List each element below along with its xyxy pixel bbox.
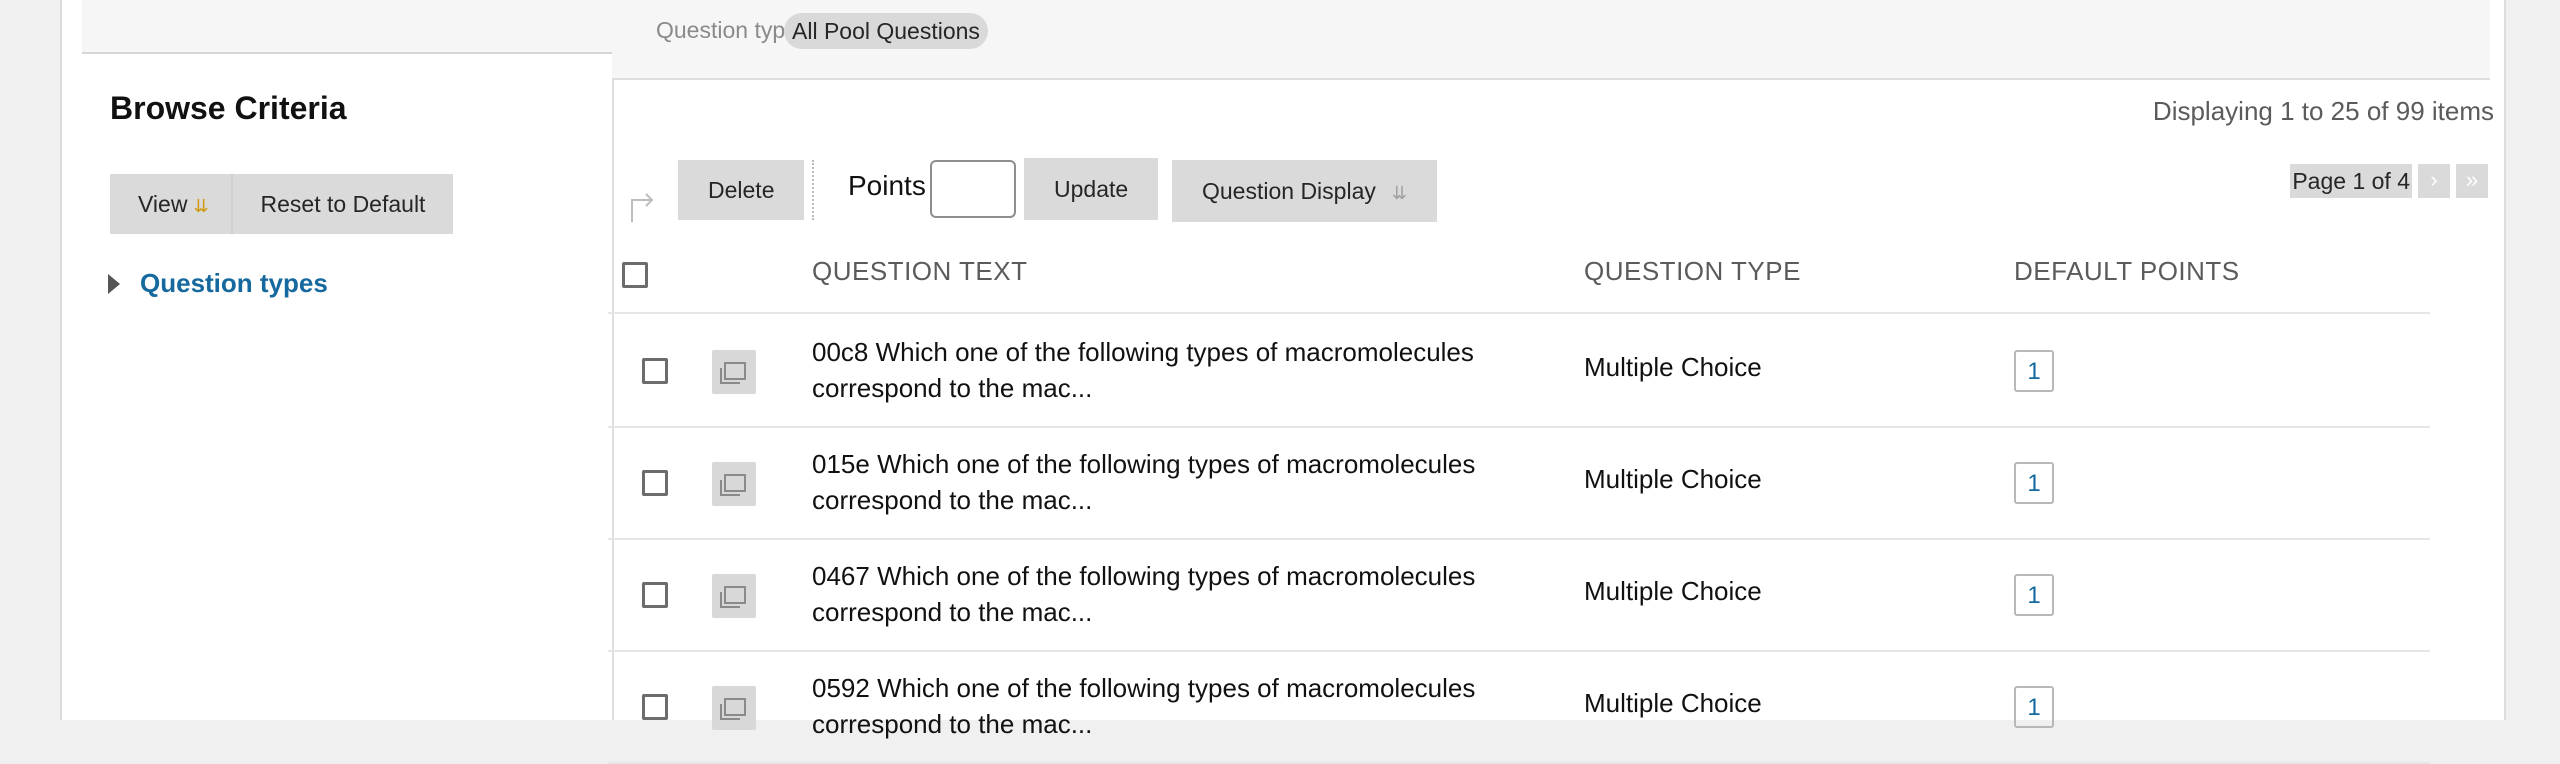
question-type: Multiple Choice [1584,688,1762,718]
preview-icon[interactable] [712,350,756,394]
main-panel: Displaying 1 to 25 of 99 items Delete Po… [608,80,2494,764]
question-text[interactable]: 0467 Which one of the following types of… [812,558,1552,630]
table-row: 0467 Which one of the following types of… [608,538,2430,652]
filter-chip[interactable]: All Pool Questions [784,13,988,49]
question-display-label: Question Display [1202,178,1376,204]
table-row: 00c8 Which one of the following types of… [608,314,2430,428]
row-checkbox[interactable] [642,694,668,720]
question-text[interactable]: 00c8 Which one of the following types of… [812,334,1552,406]
row-checkbox[interactable] [642,358,668,384]
view-button[interactable]: View ⇊ [110,174,233,234]
points-label: Points [848,170,926,201]
reset-to-default-button[interactable]: Reset to Default [232,174,454,234]
sidebar-header-strip [82,0,612,52]
header-question-text[interactable]: QUESTION TEXT [812,256,1028,287]
preview-icon[interactable] [712,574,756,618]
row-checkbox[interactable] [642,470,668,496]
caret-right-icon [108,273,120,294]
delete-button[interactable]: Delete [678,160,805,220]
header-question-type[interactable]: QUESTION TYPE [1584,256,1801,287]
select-all-checkbox[interactable] [622,262,648,288]
table-header: QUESTION TEXT QUESTION TYPE DEFAULT POIN… [608,242,2430,314]
filter-bar: Question types All Pool Questions [612,0,2490,80]
question-types-toggle[interactable]: Question types [108,268,328,299]
double-chevron-down-icon: ⇊ [193,196,209,216]
double-chevron-down-icon: ⇊ [1391,183,1407,203]
view-label: View [138,191,188,217]
browse-criteria-title: Browse Criteria [110,90,347,126]
header-default-points[interactable]: DEFAULT POINTS [2014,256,2240,287]
chevron-right-icon[interactable]: › [2418,164,2450,198]
question-types-link[interactable]: Question types [140,268,328,299]
toolbar-separator [812,160,814,220]
question-type: Multiple Choice [1584,464,1762,494]
question-text[interactable]: 015e Which one of the following types of… [812,446,1552,518]
question-text[interactable]: 0592 Which one of the following types of… [812,670,1552,742]
double-chevron-right-icon[interactable]: » [2456,164,2488,198]
page-frame: Question types All Pool Questions Browse… [60,0,2506,764]
pager: Page 1 of 4 › » [2290,164,2488,198]
question-display-button[interactable]: Question Display ⇊ [1172,160,1437,222]
points-value[interactable]: 1 [2014,350,2054,392]
view-button-group: View ⇊ Reset to Default [110,174,454,234]
points-value[interactable]: 1 [2014,686,2054,728]
preview-icon[interactable] [712,462,756,506]
question-type: Multiple Choice [1584,576,1762,606]
points-value[interactable]: 1 [2014,462,2054,504]
table-row: 015e Which one of the following types of… [608,426,2430,540]
question-type: Multiple Choice [1584,352,1762,382]
table-row: 0592 Which one of the following types of… [608,650,2430,764]
page-indicator: Page 1 of 4 [2290,164,2412,198]
update-button[interactable]: Update [1024,158,1159,220]
row-checkbox[interactable] [642,582,668,608]
display-count: Displaying 1 to 25 of 99 items [2152,96,2494,126]
points-value[interactable]: 1 [2014,574,2054,616]
bulk-action-arrow-icon [631,193,654,222]
points-input[interactable] [930,160,1016,218]
preview-icon[interactable] [712,686,756,730]
sidebar-divider [82,52,612,54]
